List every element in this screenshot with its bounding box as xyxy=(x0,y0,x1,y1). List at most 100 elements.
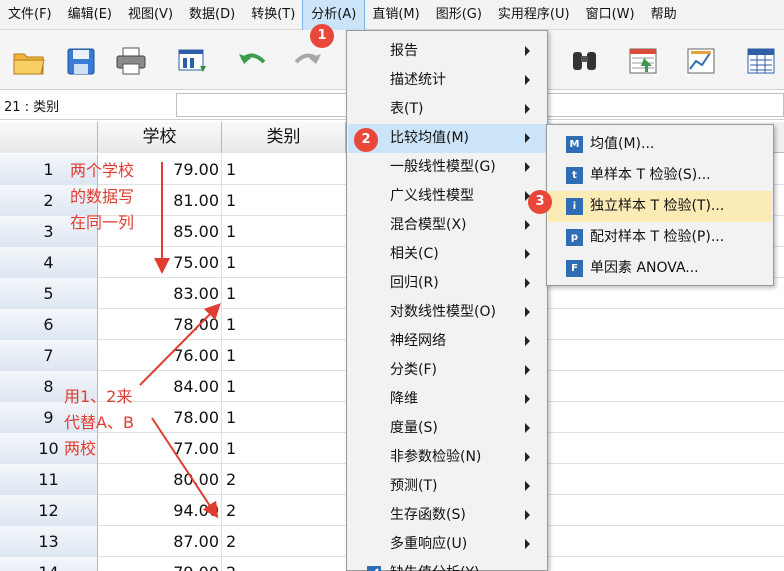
analyze-menu-item[interactable]: 一般线性模型(G) xyxy=(348,153,546,182)
menu-item-label: 一般线性模型(G) xyxy=(390,159,496,175)
compare-means-item[interactable]: F 单因素 ANOVA... xyxy=(548,253,772,284)
procedure-icon: p xyxy=(566,229,583,246)
analyze-menu-item[interactable]: 相关(C) xyxy=(348,240,546,269)
annotation-line: 两个学校 xyxy=(70,161,135,180)
cell-category[interactable]: 1 xyxy=(224,185,344,216)
cell-category[interactable]: 2 xyxy=(224,464,344,495)
procedure-icon: i xyxy=(566,198,583,215)
compare-means-item[interactable]: p 配对样本 T 检验(P)... xyxy=(548,222,772,253)
cell-category[interactable]: 2 xyxy=(224,495,344,526)
open-folder-icon[interactable] xyxy=(12,46,46,76)
cell-category[interactable]: 1 xyxy=(224,247,344,278)
row-number[interactable]: 14 xyxy=(0,557,98,571)
menu-data[interactable]: 数据(D) xyxy=(181,0,243,30)
cell-school[interactable]: 75.00 xyxy=(98,247,222,278)
analyze-menu-item[interactable]: 描述统计 xyxy=(348,66,546,95)
menu-item-label: 缺失值分析(Y)... xyxy=(390,565,493,571)
cell-category[interactable]: 1 xyxy=(224,371,344,402)
menu-item-label: 回归(R) xyxy=(390,275,439,291)
compare-means-item[interactable]: i 独立样本 T 检验(T)... xyxy=(548,191,772,222)
submenu-arrow-icon xyxy=(525,162,530,172)
cell-school[interactable]: 83.00 xyxy=(98,278,222,309)
cell-school[interactable]: 87.00 xyxy=(98,526,222,557)
row-number[interactable]: 5 xyxy=(0,278,98,309)
cell-school[interactable]: 76.00 xyxy=(98,340,222,371)
analyze-menu-item[interactable]: 神经网络 xyxy=(348,327,546,356)
cell-category[interactable]: 1 xyxy=(224,278,344,309)
row-number[interactable]: 6 xyxy=(0,309,98,340)
menu-help[interactable]: 帮助 xyxy=(643,0,685,30)
row-number[interactable]: 11 xyxy=(0,464,98,495)
print-icon[interactable] xyxy=(114,46,148,76)
cell-category[interactable]: 1 xyxy=(224,309,344,340)
submenu-arrow-icon xyxy=(525,307,530,317)
menu-analyze[interactable]: 分析(A) xyxy=(302,0,366,31)
analyze-menu-item[interactable]: 广义线性模型 xyxy=(348,182,546,211)
analyze-menu-item[interactable]: 回归(R) xyxy=(348,269,546,298)
analyze-menu-item[interactable]: 多重响应(U) xyxy=(348,530,546,559)
menu-item-label: 多重响应(U) xyxy=(390,536,468,552)
analyze-menu-item[interactable]: 降维 xyxy=(348,385,546,414)
undo-icon[interactable] xyxy=(236,46,270,76)
compare-means-item[interactable]: M 均值(M)... xyxy=(548,129,772,160)
menu-window[interactable]: 窗口(W) xyxy=(578,0,643,30)
procedure-icon: M xyxy=(566,136,583,153)
cell-school[interactable]: 94.00 xyxy=(98,495,222,526)
insert-cases-icon[interactable] xyxy=(626,46,660,76)
submenu-arrow-icon xyxy=(525,423,530,433)
chart-builder-icon[interactable] xyxy=(684,46,718,76)
menu-direct-marketing[interactable]: 直销(M) xyxy=(364,0,427,30)
save-icon[interactable] xyxy=(64,46,98,76)
row-number[interactable]: 4 xyxy=(0,247,98,278)
menu-utilities[interactable]: 实用程序(U) xyxy=(490,0,578,30)
menu-item-label: 相关(C) xyxy=(390,246,439,262)
analyze-menu-item[interactable]: 预测(T) xyxy=(348,472,546,501)
column-header-category[interactable]: 类别 xyxy=(222,122,346,153)
cell-category[interactable]: 1 xyxy=(224,402,344,433)
menu-graphs[interactable]: 图形(G) xyxy=(428,0,490,30)
menu-view[interactable]: 视图(V) xyxy=(120,0,181,30)
analyze-menu-item[interactable]: 生存函数(S) xyxy=(348,501,546,530)
menu-transform[interactable]: 转换(T) xyxy=(243,0,303,30)
cell-category[interactable]: 1 xyxy=(224,433,344,464)
row-number[interactable]: 7 xyxy=(0,340,98,371)
step-badge-3: 3 xyxy=(528,190,552,214)
dialog-recall-icon[interactable] xyxy=(176,46,210,76)
annotation-line: 用1、2来 xyxy=(64,387,133,406)
cell-category[interactable]: 2 xyxy=(224,557,344,571)
column-header-school[interactable]: 学校 xyxy=(98,122,222,153)
menu-item-label: 描述统计 xyxy=(390,72,446,88)
analyze-menu-item[interactable]: 混合模型(X) xyxy=(348,211,546,240)
cell-category[interactable]: 1 xyxy=(224,216,344,247)
analyze-menu-item[interactable]: 表(T) xyxy=(348,95,546,124)
menu-file[interactable]: 文件(F) xyxy=(0,0,60,30)
menu-item-label: 度量(S) xyxy=(390,420,438,436)
analyze-menu-item[interactable]: 缺失值分析(Y)... xyxy=(348,559,546,571)
cell-school[interactable]: 78.00 xyxy=(98,309,222,340)
analyze-menu-item[interactable]: 对数线性模型(O) xyxy=(348,298,546,327)
redo-icon[interactable] xyxy=(290,46,324,76)
step-badge-2: 2 xyxy=(354,128,378,152)
analyze-menu-item[interactable]: 度量(S) xyxy=(348,414,546,443)
variables-icon[interactable] xyxy=(744,46,778,76)
cell-category[interactable]: 2 xyxy=(224,526,344,557)
analyze-menu-item[interactable]: 非参数检验(N) xyxy=(348,443,546,472)
menu-edit[interactable]: 编辑(E) xyxy=(60,0,120,30)
cell-school[interactable]: 80.00 xyxy=(98,464,222,495)
analyze-menu-item[interactable]: 分类(F) xyxy=(348,356,546,385)
find-binoculars-icon[interactable] xyxy=(568,46,602,76)
cell-category[interactable]: 1 xyxy=(224,340,344,371)
analyze-menu-item[interactable]: 报告 xyxy=(348,37,546,66)
menu-item-label: 非参数检验(N) xyxy=(390,449,482,465)
spss-data-editor: 文件(F) 编辑(E) 视图(V) 数据(D) 转换(T) 分析(A) 直销(M… xyxy=(0,0,784,571)
analyze-menu: 报告 描述统计 表(T) 比较均值(M) 一般线性模型(G) 广义线性模型 混合模型(X) 相… xyxy=(346,30,548,571)
submenu-arrow-icon xyxy=(525,104,530,114)
compare-means-item[interactable]: t 单样本 T 检验(S)... xyxy=(548,160,772,191)
row-number[interactable]: 12 xyxy=(0,495,98,526)
cell-category[interactable]: 1 xyxy=(224,154,344,185)
row-number[interactable]: 13 xyxy=(0,526,98,557)
submenu-arrow-icon xyxy=(525,278,530,288)
submenu-arrow-icon xyxy=(525,394,530,404)
cell-school[interactable]: 79.00 xyxy=(98,557,222,571)
menu-item-label: 混合模型(X) xyxy=(390,217,467,233)
